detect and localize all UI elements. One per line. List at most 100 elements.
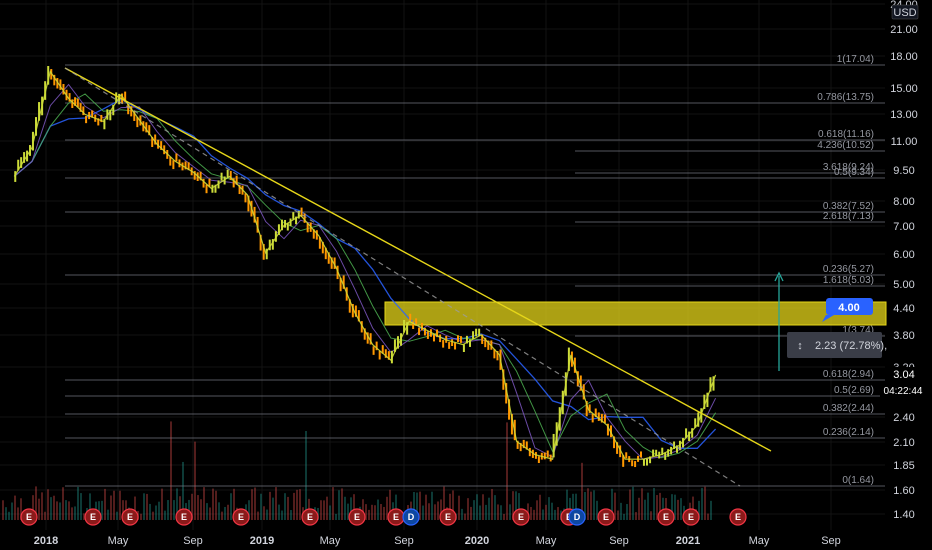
candle (442, 340, 445, 348)
volume-bar (434, 504, 436, 520)
volume-bar (140, 513, 142, 520)
volume-bar (80, 493, 82, 520)
volume-bar (290, 510, 292, 520)
candle (418, 327, 421, 336)
price-tick-label: 2.40 (893, 412, 914, 424)
volume-bar (59, 502, 61, 520)
candle (205, 184, 208, 194)
volume-bar (425, 494, 427, 520)
candle (457, 335, 460, 343)
candle (462, 344, 465, 352)
volume-bar (431, 491, 433, 520)
volume-bar (545, 504, 547, 520)
volume-bar (644, 499, 646, 520)
price-tick-label: 18.00 (890, 51, 918, 63)
volume-bar (155, 505, 157, 520)
volume-bar (212, 488, 214, 520)
candle (85, 115, 88, 124)
volume-bar (254, 487, 256, 520)
volume-bar (110, 495, 112, 520)
dividend-marker-label: D (408, 512, 415, 522)
volume-bar (329, 505, 331, 520)
volume-bar (335, 513, 337, 520)
volume-bar (482, 494, 484, 520)
fib-level-label: 1(17.04) (837, 54, 874, 65)
volume-bar (557, 507, 559, 520)
volume-bar (638, 497, 640, 520)
volume-bar (377, 499, 379, 520)
candle (439, 334, 442, 343)
earnings-marker-label: E (90, 512, 96, 522)
volume-bar (143, 493, 145, 520)
volume-bar (533, 509, 535, 520)
earnings-marker-label: E (26, 512, 32, 522)
earnings-marker-label: E (445, 512, 451, 522)
candle (591, 413, 594, 423)
volume-bar (200, 499, 202, 520)
measure-label: 2.23 (72.78%), (815, 340, 887, 352)
resistance-zone[interactable] (384, 301, 887, 326)
price-chart[interactable]: 1(17.04) 0.786(13.75) 0.618(11.16)4.236(10… (0, 0, 932, 550)
earnings-marker-label: E (393, 512, 399, 522)
price-tick-label: 3.80 (893, 330, 914, 342)
volume-bar (266, 509, 268, 520)
volume-bar (629, 489, 631, 520)
fib-level-label: 4.236(10.52) (817, 140, 874, 151)
volume-bar (704, 486, 706, 520)
volume-bar (158, 501, 160, 520)
earnings-marker-label: E (518, 512, 524, 522)
volume-bar (146, 493, 148, 520)
volume-bar (422, 505, 424, 520)
volume-bar (338, 490, 340, 520)
fib-level-label: 0.786(13.75) (817, 92, 874, 103)
price-tick-label: 5.00 (893, 279, 914, 291)
volume-bar (8, 511, 10, 520)
volume-bar (203, 487, 205, 520)
candle (546, 450, 549, 458)
candle (226, 169, 229, 178)
time-tick-label: May (536, 535, 557, 547)
time-tick-label: May (749, 535, 770, 547)
volume-bar (224, 506, 226, 520)
volume-bar (467, 498, 469, 520)
volume-bar (368, 509, 370, 520)
volume-bar (488, 497, 490, 520)
candle (454, 342, 457, 350)
price-tick-label: 6.00 (893, 249, 914, 261)
volume-bar (647, 492, 649, 520)
target-label: 4.00 (838, 302, 859, 314)
volume-bar (551, 502, 553, 520)
candle (451, 339, 454, 346)
volume-bar (623, 513, 625, 520)
volume-bar (119, 490, 121, 520)
time-tick-label: 2020 (465, 535, 489, 547)
volume-bar (269, 491, 271, 520)
volume-bar (635, 512, 637, 520)
volume-bar (464, 513, 466, 520)
volume-bar (479, 505, 481, 520)
volume-bar (299, 489, 301, 520)
candle (220, 172, 223, 181)
volume-bar (218, 502, 220, 520)
fib-level-label: 0.5(2.69) (834, 385, 874, 396)
volume-bar (626, 504, 628, 520)
candle (420, 322, 423, 331)
volume-bar (473, 500, 475, 520)
volume-bar (428, 503, 430, 520)
volume-bar (194, 441, 196, 520)
volume-bar (62, 487, 64, 520)
volume-bar (278, 504, 280, 520)
earnings-marker-label: E (688, 512, 694, 522)
volume-bar (485, 504, 487, 520)
volume-bar (374, 505, 376, 520)
volume-bar (296, 489, 298, 520)
time-tick-label: 2021 (676, 535, 700, 547)
volume-bar (470, 506, 472, 520)
volume-bar (320, 500, 322, 520)
volume-bar (104, 488, 106, 520)
measure-icon: ↕ (797, 340, 803, 352)
earnings-marker-label: E (663, 512, 669, 522)
volume-bar (476, 494, 478, 520)
earnings-marker-label: E (307, 512, 313, 522)
candle (475, 328, 478, 337)
